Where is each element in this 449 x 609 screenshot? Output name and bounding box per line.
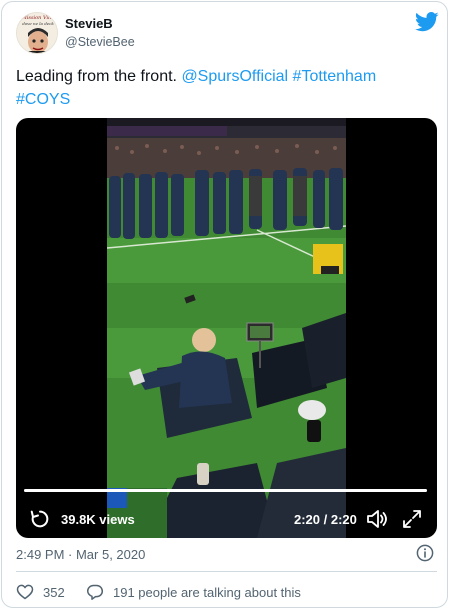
reply-bubble-icon <box>86 584 104 600</box>
tweet-text-body: Leading from the front. <box>16 68 182 85</box>
user-handle[interactable]: @StevieBee <box>65 35 135 49</box>
avatar-caption-sub: dove ne la deck <box>22 21 54 26</box>
conversation-text: 191 people are talking about this <box>113 584 301 600</box>
hashtag-link-coys[interactable]: #COYS <box>16 91 70 108</box>
mention-link[interactable]: @SpursOfficial <box>181 68 288 85</box>
conversation-button[interactable]: 191 people are talking about this <box>86 581 301 603</box>
hashtag-link-tottenham[interactable]: #Tottenham <box>293 68 377 85</box>
display-name[interactable]: StevieB <box>65 16 113 31</box>
divider <box>16 571 437 572</box>
volume-icon[interactable] <box>366 508 390 530</box>
twitter-bird-icon[interactable] <box>415 12 439 32</box>
video-frame <box>107 118 346 538</box>
video-controls: 39.8K views 2:20 / 2:20 <box>16 483 437 538</box>
avatar[interactable]: Mission Villa dove ne la deck <box>16 12 58 54</box>
fullscreen-icon[interactable] <box>401 508 423 530</box>
tweet-card: Mission Villa dove ne la deck StevieB @S… <box>1 1 448 608</box>
replay-icon[interactable] <box>29 508 51 530</box>
tweet-timestamp[interactable]: 2:49 PM · Mar 5, 2020 <box>16 547 145 562</box>
video-time: 2:20 / 2:20 <box>294 512 357 527</box>
progress-fill <box>24 489 427 492</box>
view-count: 39.8K views <box>61 512 135 527</box>
like-count: 352 <box>43 584 65 600</box>
like-button[interactable]: 352 <box>16 581 65 603</box>
info-icon[interactable] <box>416 544 434 562</box>
progress-bar[interactable] <box>24 489 427 492</box>
tweet-text: Leading from the front. @SpursOfficial #… <box>16 65 436 111</box>
video-player[interactable]: 39.8K views 2:20 / 2:20 <box>16 118 437 538</box>
heart-icon <box>16 584 34 600</box>
